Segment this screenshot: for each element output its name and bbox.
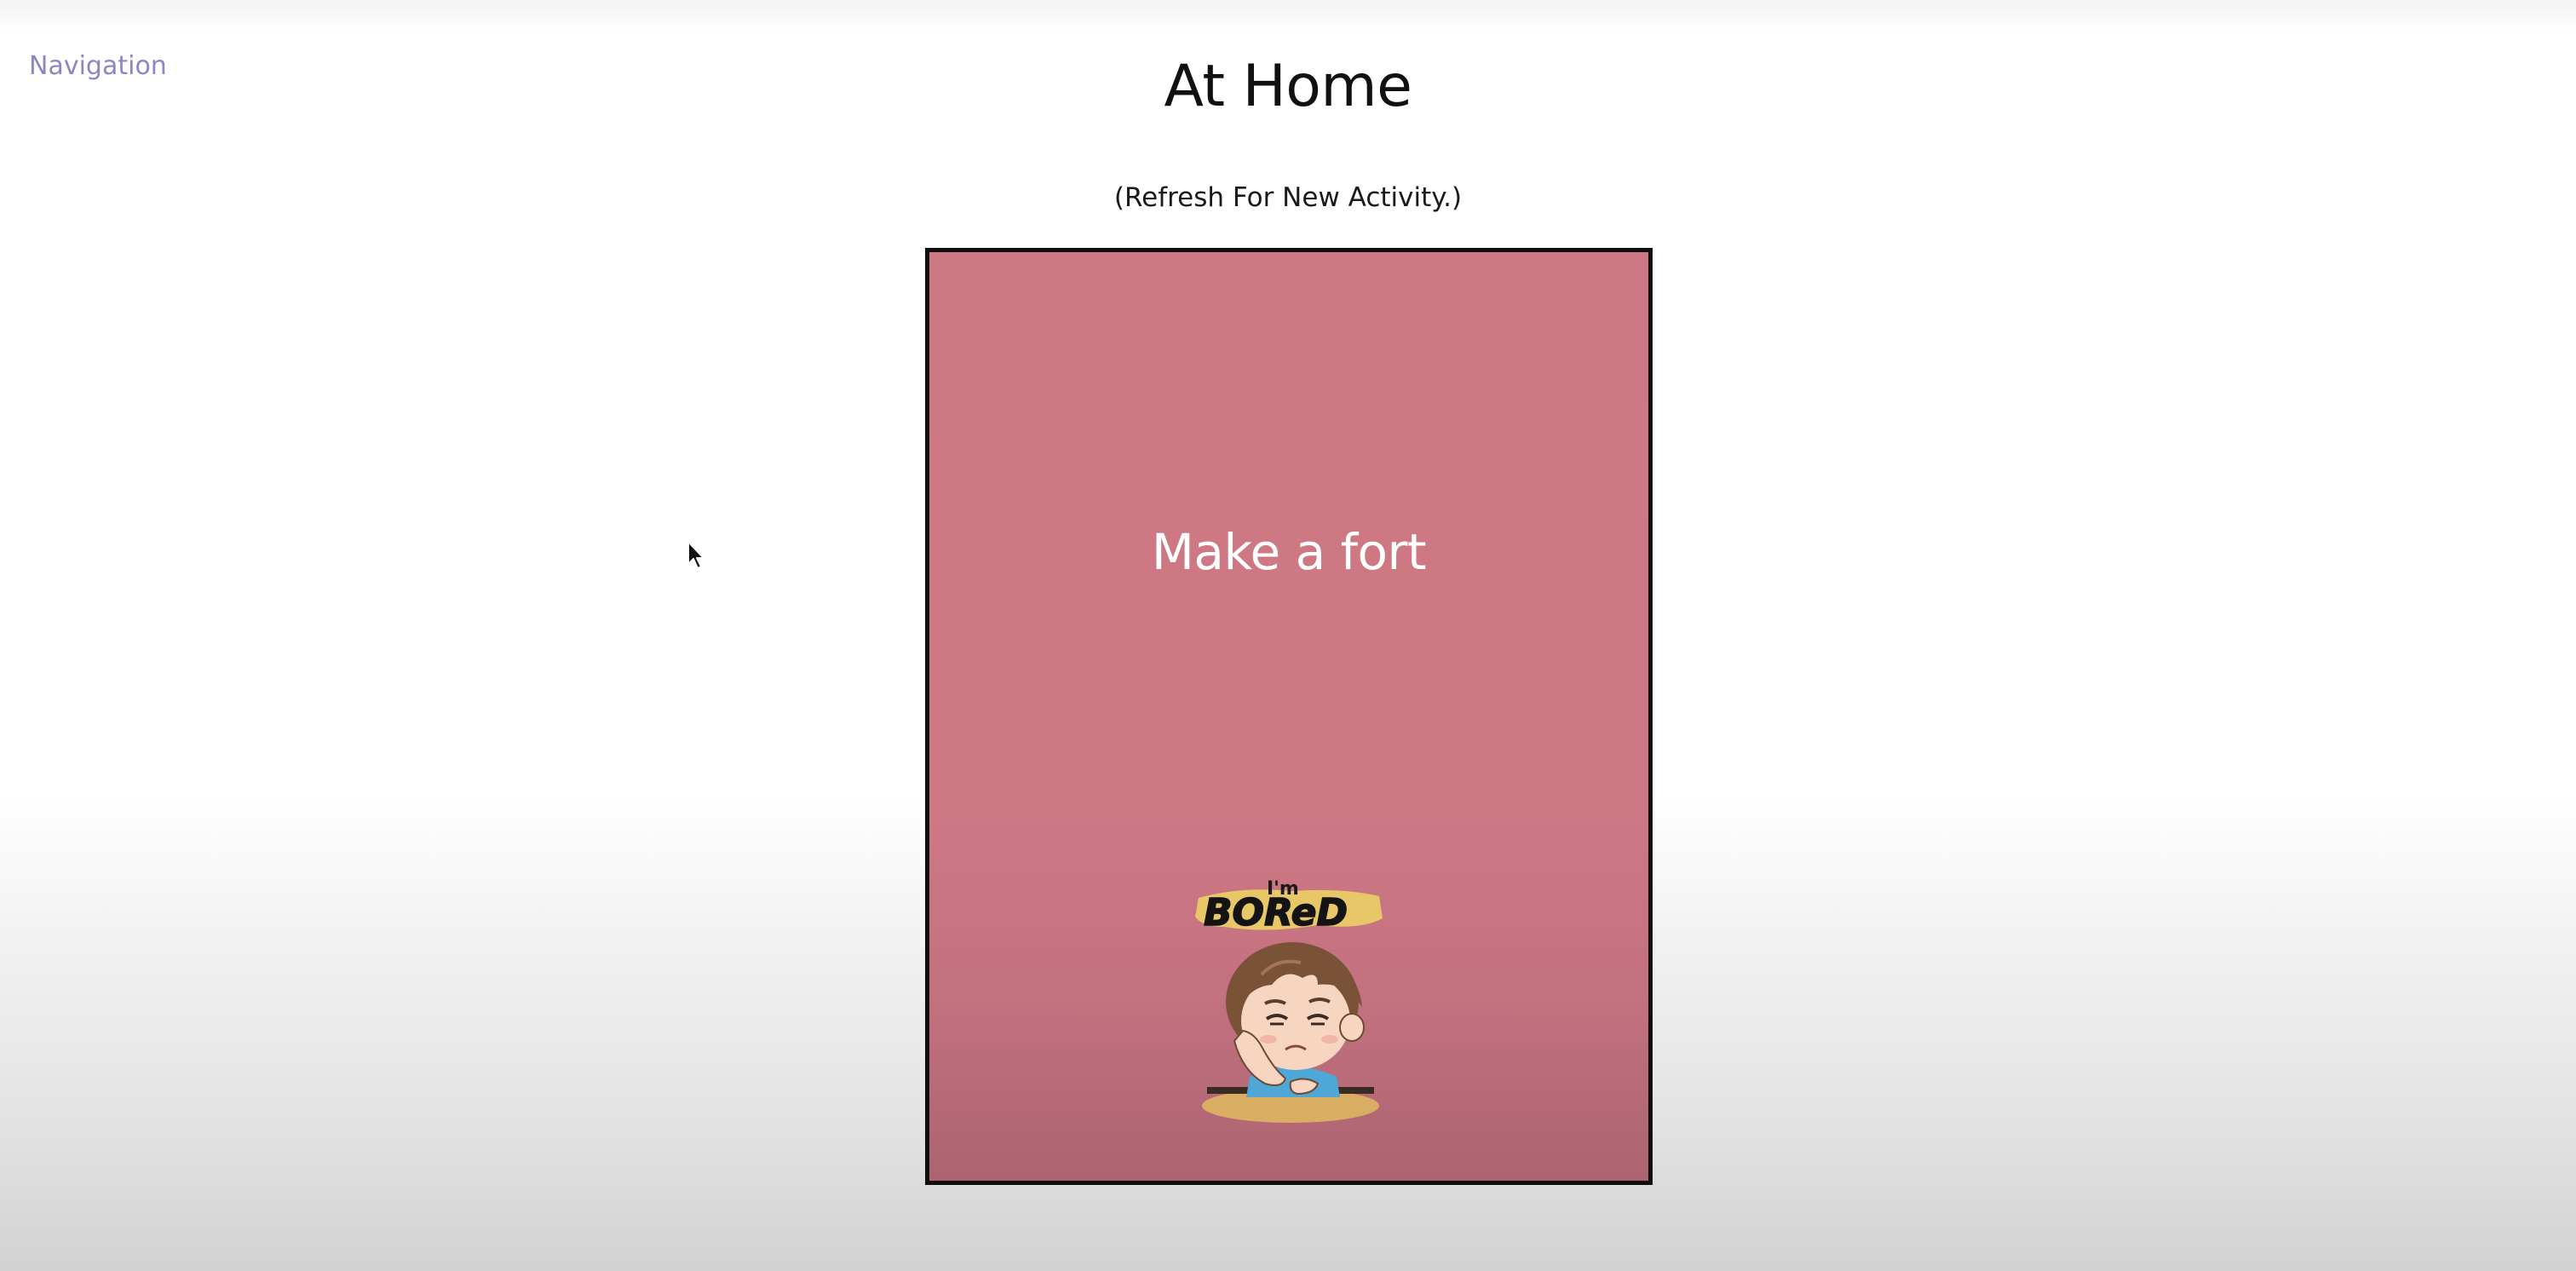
activity-text: Make a fort <box>1151 523 1427 581</box>
mouse-cursor-icon <box>687 541 704 569</box>
activity-card: Make a fort I'm BOReD <box>925 248 1653 1185</box>
svg-text:BOReD: BOReD <box>1204 891 1348 935</box>
page-title: At Home <box>1164 53 1412 120</box>
bored-kid-icon: I'm BOReD <box>1195 878 1383 1123</box>
refresh-hint: (Refresh For New Activity.) <box>1113 182 1463 213</box>
